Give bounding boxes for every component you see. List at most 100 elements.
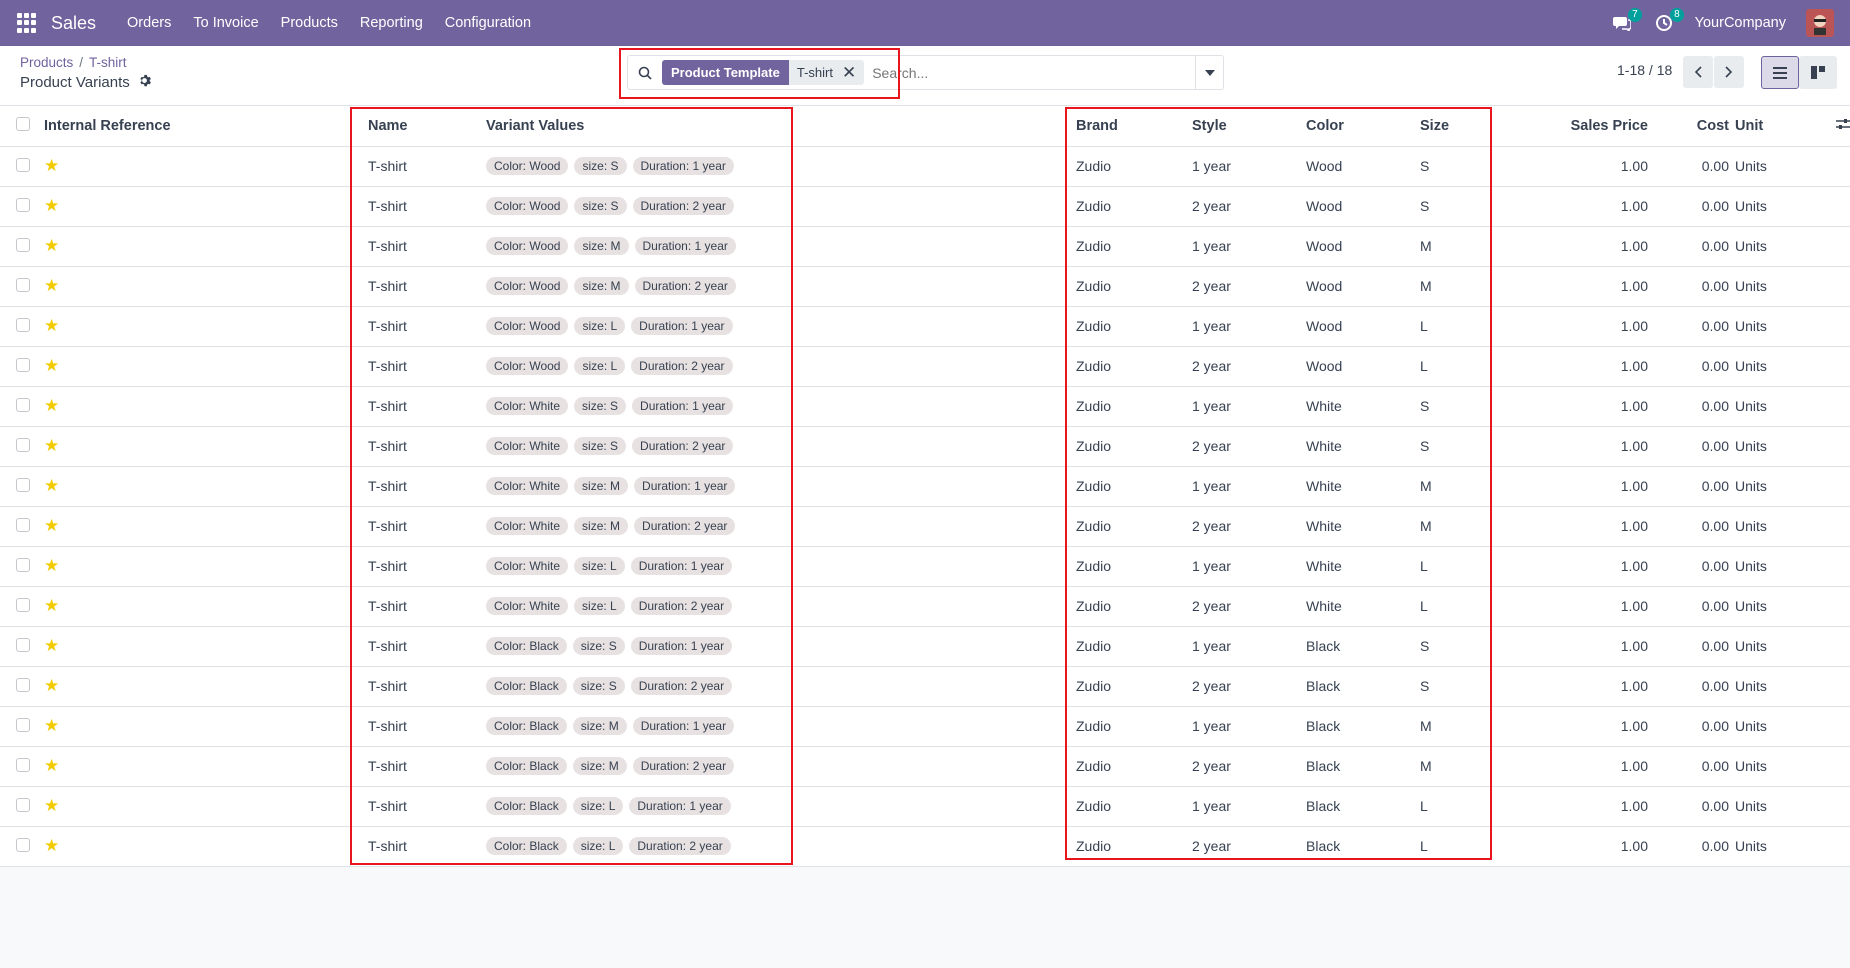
- table-row[interactable]: ★ T-shirt Color: White size: L Duration: 2 y…: [0, 586, 1850, 627]
- pager-value[interactable]: 1-18 / 18: [1617, 62, 1672, 78]
- gear-icon[interactable]: [138, 74, 151, 91]
- name-cell: T-shirt: [368, 346, 486, 387]
- search-icon[interactable]: [628, 66, 662, 80]
- table-row[interactable]: ★ T-shirt Color: White size: S Duration: 1 y…: [0, 386, 1850, 427]
- row-checkbox[interactable]: [16, 797, 30, 812]
- sales-price-cell: 1.00: [1539, 226, 1648, 267]
- table-row[interactable]: ★ T-shirt Color: White size: M Duration: 1 y…: [0, 466, 1850, 507]
- messages-icon[interactable]: 7: [1611, 8, 1642, 34]
- optional-columns-toggle-icon[interactable]: [1836, 118, 1850, 134]
- favorite-star-icon[interactable]: ★: [44, 676, 59, 695]
- facet-remove-icon[interactable]: ✕: [842, 60, 856, 85]
- favorite-star-icon[interactable]: ★: [44, 196, 59, 215]
- breadcrumb-tshirt[interactable]: T-shirt: [89, 55, 127, 70]
- name-cell: T-shirt: [368, 306, 486, 347]
- menu-reporting[interactable]: Reporting: [349, 15, 434, 31]
- menu-configuration[interactable]: Configuration: [434, 15, 542, 31]
- row-checkbox[interactable]: [16, 277, 30, 292]
- variant-value-tag: Duration: 2 year: [634, 277, 736, 295]
- kanban-view-button[interactable]: [1799, 56, 1837, 89]
- col-brand[interactable]: Brand: [1076, 118, 1118, 134]
- table-row[interactable]: ★ T-shirt Color: Wood size: S Duration: 1 ye…: [0, 146, 1850, 187]
- row-checkbox[interactable]: [16, 757, 30, 772]
- col-size[interactable]: Size: [1420, 118, 1449, 134]
- col-style[interactable]: Style: [1192, 118, 1227, 134]
- table-row[interactable]: ★ T-shirt Color: White size: S Duration: 2 y…: [0, 426, 1850, 467]
- name-cell: T-shirt: [368, 626, 486, 667]
- row-checkbox[interactable]: [16, 637, 30, 652]
- col-internal-reference[interactable]: Internal Reference: [44, 118, 171, 134]
- internal-reference-cell: [74, 826, 368, 867]
- table-row[interactable]: ★ T-shirt Color: Wood size: L Duration: 2 ye…: [0, 346, 1850, 387]
- menu-to-invoice[interactable]: To Invoice: [182, 15, 269, 31]
- col-name[interactable]: Name: [368, 118, 408, 134]
- favorite-star-icon[interactable]: ★: [44, 236, 59, 255]
- favorite-star-icon[interactable]: ★: [44, 276, 59, 295]
- row-checkbox[interactable]: [16, 397, 30, 412]
- table-row[interactable]: ★ T-shirt Color: White size: M Duration: 2 y…: [0, 506, 1850, 547]
- col-unit[interactable]: Unit: [1735, 118, 1763, 134]
- favorite-star-icon[interactable]: ★: [44, 156, 59, 175]
- row-checkbox[interactable]: [16, 197, 30, 212]
- table-row[interactable]: ★ T-shirt Color: Black size: L Duration: 2 y…: [0, 826, 1850, 867]
- row-checkbox[interactable]: [16, 157, 30, 172]
- col-color[interactable]: Color: [1306, 118, 1344, 134]
- favorite-star-icon[interactable]: ★: [44, 756, 59, 775]
- table-row[interactable]: ★ T-shirt Color: Black size: S Duration: 1 y…: [0, 626, 1850, 667]
- table-row[interactable]: ★ T-shirt Color: Black size: M Duration: 2 y…: [0, 746, 1850, 787]
- favorite-star-icon[interactable]: ★: [44, 356, 59, 375]
- color-cell: White: [1306, 506, 1420, 547]
- favorite-star-icon[interactable]: ★: [44, 636, 59, 655]
- row-checkbox[interactable]: [16, 477, 30, 492]
- row-checkbox[interactable]: [16, 717, 30, 732]
- favorite-star-icon[interactable]: ★: [44, 796, 59, 815]
- favorite-star-icon[interactable]: ★: [44, 556, 59, 575]
- table-row[interactable]: ★ T-shirt Color: Black size: S Duration: 2 y…: [0, 666, 1850, 707]
- row-checkbox[interactable]: [16, 357, 30, 372]
- row-checkbox[interactable]: [16, 237, 30, 252]
- table-row[interactable]: ★ T-shirt Color: Wood size: M Duration: 1 ye…: [0, 226, 1850, 267]
- favorite-star-icon[interactable]: ★: [44, 476, 59, 495]
- favorite-star-icon[interactable]: ★: [44, 596, 59, 615]
- favorite-star-icon[interactable]: ★: [44, 516, 59, 535]
- favorite-star-icon[interactable]: ★: [44, 436, 59, 455]
- favorite-star-icon[interactable]: ★: [44, 396, 59, 415]
- pager-previous-button[interactable]: [1683, 56, 1713, 88]
- search-input[interactable]: [872, 64, 1195, 81]
- select-all-checkbox[interactable]: [16, 116, 30, 131]
- size-cell: L: [1420, 826, 1539, 867]
- table-row[interactable]: ★ T-shirt Color: Black size: L Duration: 1 y…: [0, 786, 1850, 827]
- table-row[interactable]: ★ T-shirt Color: Wood size: M Duration: 2 ye…: [0, 266, 1850, 307]
- col-variant-values[interactable]: Variant Values: [486, 118, 584, 134]
- row-checkbox[interactable]: [16, 317, 30, 332]
- favorite-star-icon[interactable]: ★: [44, 716, 59, 735]
- table-row[interactable]: ★ T-shirt Color: Wood size: S Duration: 2 ye…: [0, 186, 1850, 227]
- user-avatar[interactable]: [1806, 9, 1834, 37]
- table-row[interactable]: ★ T-shirt Color: White size: L Duration: 1 y…: [0, 546, 1850, 587]
- menu-orders[interactable]: Orders: [116, 15, 182, 31]
- favorite-star-icon[interactable]: ★: [44, 316, 59, 335]
- pager-next-button[interactable]: [1714, 56, 1744, 88]
- col-sales-price[interactable]: Sales Price: [1571, 118, 1648, 134]
- app-name[interactable]: Sales: [51, 13, 96, 34]
- row-checkbox[interactable]: [16, 837, 30, 852]
- breadcrumb-products[interactable]: Products: [20, 55, 73, 70]
- list-view-button[interactable]: [1761, 56, 1799, 89]
- chevron-right-icon: [1725, 66, 1733, 78]
- row-checkbox[interactable]: [16, 557, 30, 572]
- favorite-star-icon[interactable]: ★: [44, 836, 59, 855]
- menu-products[interactable]: Products: [270, 15, 349, 31]
- sales-price-cell: 1.00: [1539, 746, 1648, 787]
- col-cost[interactable]: Cost: [1697, 118, 1729, 134]
- search-options-toggle[interactable]: [1195, 56, 1223, 89]
- company-switcher[interactable]: YourCompany: [1695, 15, 1786, 31]
- activities-clock-icon[interactable]: 8: [1653, 8, 1684, 34]
- row-checkbox[interactable]: [16, 437, 30, 452]
- table-row[interactable]: ★ T-shirt Color: Wood size: L Duration: 1 ye…: [0, 306, 1850, 347]
- row-checkbox[interactable]: [16, 517, 30, 532]
- row-checkbox[interactable]: [16, 677, 30, 692]
- unit-cell: Units: [1729, 426, 1836, 467]
- row-checkbox[interactable]: [16, 597, 30, 612]
- table-row[interactable]: ★ T-shirt Color: Black size: M Duration: 1 y…: [0, 706, 1850, 747]
- apps-grid-icon[interactable]: [17, 13, 37, 33]
